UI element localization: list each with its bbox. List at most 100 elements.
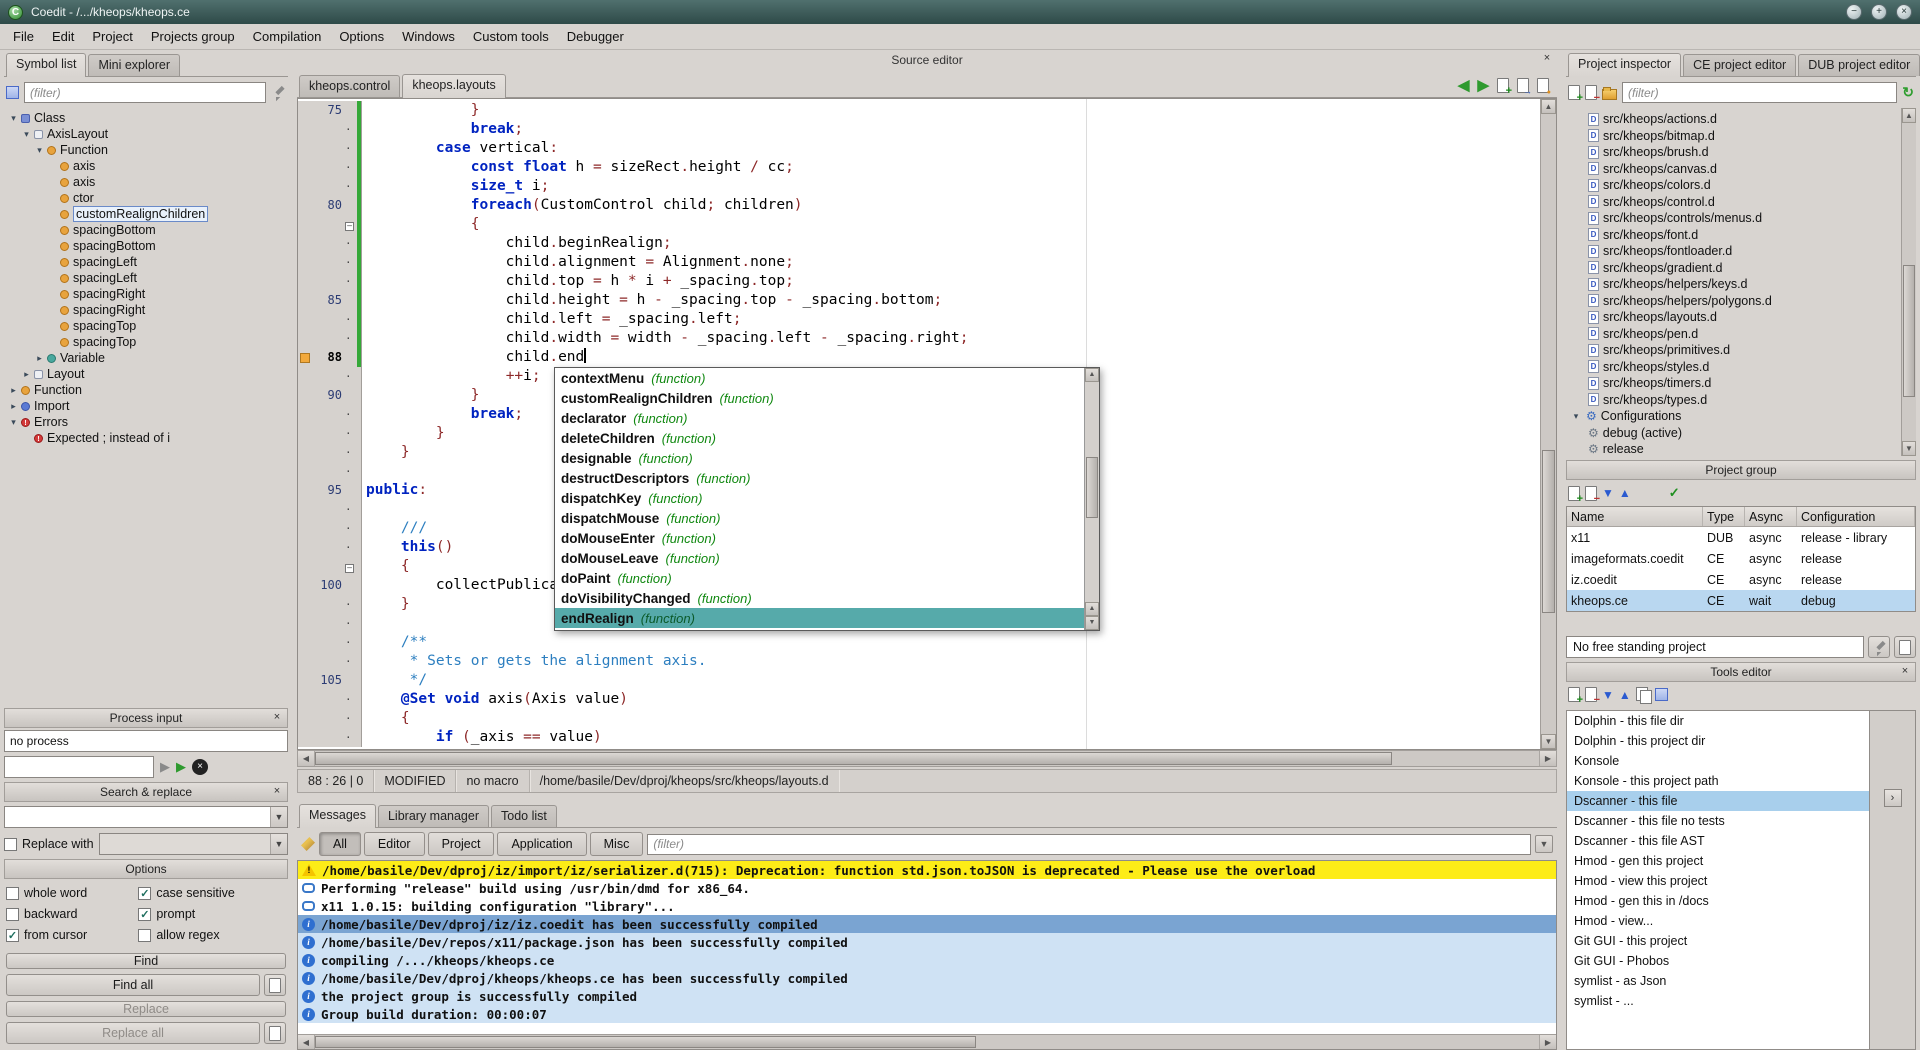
tree-collapse-icon[interactable]: ▾ [7, 113, 20, 124]
completion-item[interactable]: doPaint(function) [555, 568, 1084, 588]
close-tools-editor-icon[interactable]: × [1898, 665, 1912, 679]
symbol-options-icon[interactable] [6, 86, 19, 99]
scroll-down-icon[interactable]: ▼ [1085, 616, 1099, 630]
option-backward[interactable]: backward [6, 907, 134, 921]
option-whole-word[interactable]: whole word [6, 886, 134, 900]
remove-project-icon[interactable] [1585, 486, 1597, 501]
file-tree-item[interactable]: Dsrc/kheops/fontloader.d [1566, 243, 1916, 260]
scrollbar-thumb[interactable] [1903, 265, 1915, 397]
file-tree-item[interactable]: Dsrc/kheops/actions.d [1566, 111, 1916, 128]
send-input-icon[interactable]: ▶ [160, 759, 170, 775]
symbol-tree-item[interactable]: ▾Function [4, 142, 288, 158]
tree-collapse-icon[interactable]: ▾ [7, 417, 20, 428]
tab-kheops-control[interactable]: kheops.control [299, 75, 400, 97]
file-tree-item[interactable]: Dsrc/kheops/helpers/keys.d [1566, 276, 1916, 293]
code-editor[interactable]: 75 }· break;· case vertical:· const floa… [297, 98, 1557, 750]
symbol-tree-item[interactable]: axis [4, 158, 288, 174]
completion-item[interactable]: doMouseLeave(function) [555, 548, 1084, 568]
code-line[interactable]: · child.alignment = Alignment.none; [298, 253, 1540, 272]
filter-project-button[interactable]: Project [428, 832, 495, 856]
select-free-standing-icon[interactable] [1894, 636, 1916, 658]
column-header-type[interactable]: Type [1703, 507, 1745, 526]
symbol-tree-item[interactable]: spacingTop [4, 334, 288, 350]
add-file-icon[interactable] [1568, 85, 1580, 100]
scroll-up-icon[interactable]: ▲ [1902, 108, 1916, 123]
code-line[interactable]: · break; [298, 120, 1540, 139]
column-header-configuration[interactable]: Configuration [1797, 507, 1915, 526]
checkbox-icon[interactable] [6, 887, 19, 900]
completion-item[interactable]: doVisibilityChanged(function) [555, 588, 1084, 608]
column-header-name[interactable]: Name [1567, 507, 1703, 526]
symbol-filter-input[interactable] [24, 82, 266, 103]
menu-compilation[interactable]: Compilation [244, 26, 331, 47]
symbol-tree-item[interactable]: spacingTop [4, 318, 288, 334]
symbol-tree-item[interactable]: ▸Import [4, 398, 288, 414]
symbol-tree-item[interactable]: customRealignChildren [4, 206, 288, 222]
tool-item[interactable]: Git GUI - this project [1567, 931, 1869, 951]
filter-misc-button[interactable]: Misc [590, 832, 644, 856]
scroll-up-icon[interactable]: ▲ [1085, 602, 1099, 616]
symbol-tree-item[interactable]: ▾AxisLayout [4, 126, 288, 142]
filter-all-button[interactable]: All [319, 832, 361, 856]
tool-item[interactable]: Hmod - gen this project [1567, 851, 1869, 871]
message-row[interactable]: i/home/basile/Dev/repos/x11/package.json… [298, 933, 1556, 951]
option-from-cursor[interactable]: ✓from cursor [6, 928, 134, 942]
file-tree-item[interactable]: Dsrc/kheops/helpers/polygons.d [1566, 293, 1916, 310]
file-tree-item[interactable]: Dsrc/kheops/primitives.d [1566, 342, 1916, 359]
completion-item[interactable]: declarator(function) [555, 408, 1084, 428]
tool-item[interactable]: Dscanner - this file [1567, 791, 1869, 811]
code-line[interactable]: · { [298, 709, 1540, 728]
scrollbar-thumb[interactable] [1086, 457, 1098, 519]
minimize-icon[interactable]: − [1846, 4, 1862, 20]
project-row[interactable]: imageformats.coeditCEasyncrelease [1567, 548, 1915, 569]
filter-application-button[interactable]: Application [497, 832, 586, 856]
symbol-tree-item[interactable]: ▸Layout [4, 366, 288, 382]
tab-mini-explorer[interactable]: Mini explorer [88, 54, 180, 76]
go-back-icon[interactable]: ◀ [1458, 78, 1470, 93]
option-prompt[interactable]: ✓prompt [138, 907, 286, 921]
symbol-tree-item[interactable]: ▾Class [4, 110, 288, 126]
tree-collapse-icon[interactable]: ▾ [20, 129, 33, 140]
find-button[interactable]: Find [6, 953, 286, 969]
menu-projects-group[interactable]: Projects group [142, 26, 244, 47]
file-tree-scrollbar[interactable]: ▲ ▼ [1901, 108, 1916, 456]
code-line[interactable]: · * Sets or gets the alignment axis. [298, 652, 1540, 671]
symbol-tree-item[interactable]: ▾!Errors [4, 414, 288, 430]
symbol-tree-item[interactable]: spacingBottom [4, 238, 288, 254]
code-line[interactable]: · const float h = sizeRect.height / cc; [298, 158, 1540, 177]
move-project-down-icon[interactable]: ▼ [1602, 486, 1614, 500]
scroll-right-icon[interactable]: ▶ [1539, 751, 1556, 766]
menu-project[interactable]: Project [83, 26, 141, 47]
completion-item[interactable]: doMouseEnter(function) [555, 528, 1084, 548]
symbol-tree-item[interactable]: spacingRight [4, 286, 288, 302]
tab-library-manager[interactable]: Library manager [378, 805, 489, 827]
save-document-icon[interactable] [1537, 78, 1549, 93]
chevron-down-icon[interactable]: ▼ [270, 807, 287, 827]
column-header-async[interactable]: Async [1745, 507, 1797, 526]
menu-file[interactable]: File [4, 26, 43, 47]
code-line[interactable]: · child.width = width - _spacing.left - … [298, 329, 1540, 348]
message-options-icon[interactable]: ▼ [1535, 835, 1553, 853]
add-tool-icon[interactable] [1568, 687, 1580, 702]
tool-item[interactable]: Dolphin - this file dir [1567, 711, 1869, 731]
expand-pane-icon[interactable]: › [1884, 789, 1902, 807]
filter-editor-button[interactable]: Editor [364, 832, 425, 856]
option-allow-regex[interactable]: allow regex [138, 928, 286, 942]
symbol-tree-item[interactable]: ▸Function [4, 382, 288, 398]
message-row[interactable]: Performing "release" build using /usr/bi… [298, 879, 1556, 897]
completion-item[interactable]: designable(function) [555, 448, 1084, 468]
run-tool-icon[interactable] [1655, 688, 1668, 701]
replace-all-button[interactable]: Replace all [6, 1022, 260, 1044]
completion-item[interactable]: destructDescriptors(function) [555, 468, 1084, 488]
tool-item[interactable]: Hmod - gen this in /docs [1567, 891, 1869, 911]
tool-item[interactable]: Hmod - view... [1567, 911, 1869, 931]
tree-expand-icon[interactable]: ▸ [7, 385, 20, 396]
tool-item[interactable]: symlist - as Json [1567, 971, 1869, 991]
option-case-sensitive[interactable]: ✓case sensitive [138, 886, 286, 900]
code-line[interactable]: · case vertical: [298, 139, 1540, 158]
move-project-up-icon[interactable]: ▲ [1619, 486, 1631, 500]
scroll-left-icon[interactable]: ◀ [298, 1035, 315, 1049]
menu-options[interactable]: Options [330, 26, 393, 47]
close-icon[interactable]: × [1896, 4, 1912, 20]
code-line[interactable]: · @Set void axis(Axis value) [298, 690, 1540, 709]
